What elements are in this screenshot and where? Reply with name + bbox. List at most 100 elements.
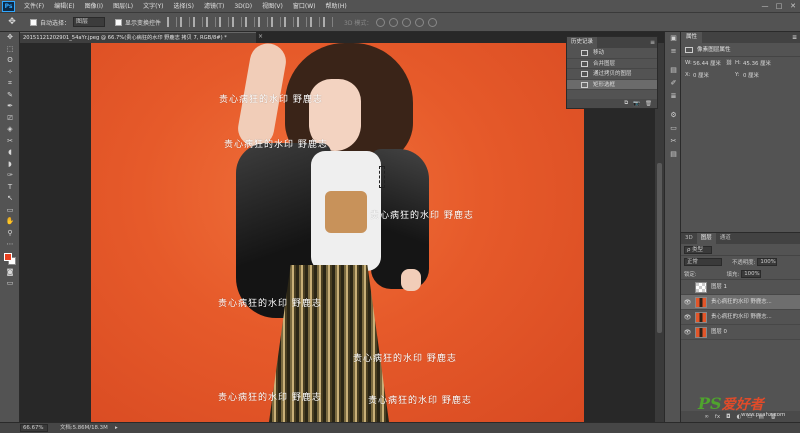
clone-source-icon[interactable]: ✂ bbox=[665, 135, 682, 148]
auto-align-icon[interactable] bbox=[323, 17, 334, 27]
3d-rotate-icon[interactable] bbox=[376, 17, 386, 27]
menu-file[interactable]: 文件(F) bbox=[19, 0, 49, 13]
hand-tool-icon[interactable]: ✋ bbox=[0, 216, 20, 228]
brush-panel-icon[interactable]: ✐ bbox=[665, 77, 682, 90]
canvas-image[interactable] bbox=[91, 43, 584, 422]
eraser-tool-icon[interactable]: ◖ bbox=[0, 147, 20, 159]
layer-row[interactable]: 图层 1 bbox=[681, 280, 800, 295]
actions-panel-icon[interactable]: ≡ bbox=[665, 45, 682, 58]
eye-icon[interactable]: 👁 bbox=[683, 310, 692, 325]
history-panel-icon[interactable]: ▣ bbox=[665, 32, 682, 45]
more-tools-icon[interactable]: ⋯ bbox=[0, 239, 20, 251]
distribute-left-icon[interactable] bbox=[284, 17, 295, 27]
fill-field[interactable]: 100% bbox=[741, 269, 762, 278]
snapshot-icon[interactable]: 📷 bbox=[633, 101, 640, 107]
brush-tool-icon[interactable]: ⎚ bbox=[0, 113, 20, 125]
align-vcenter-icon[interactable] bbox=[180, 17, 191, 27]
layer-row[interactable]: 👁 贵心病狂的水印 野鹿志... bbox=[681, 310, 800, 325]
x-field[interactable]: 0 厘米 bbox=[693, 71, 723, 79]
link-icon[interactable]: ⛓ bbox=[723, 60, 735, 66]
history-item[interactable]: 通过拷贝的图层 bbox=[567, 69, 657, 80]
menu-image[interactable]: 图像(I) bbox=[80, 0, 108, 13]
distribute-hcenter-icon[interactable] bbox=[297, 17, 308, 27]
auto-select-checkbox[interactable] bbox=[30, 18, 37, 26]
menu-edit[interactable]: 编辑(E) bbox=[49, 0, 79, 13]
align-right-icon[interactable] bbox=[232, 17, 243, 27]
height-field[interactable]: 45.36 厘米 bbox=[743, 59, 773, 67]
menu-help[interactable]: 帮助(H) bbox=[321, 0, 352, 13]
history-item[interactable]: 移动 bbox=[567, 48, 657, 59]
menu-filter[interactable]: 滤镜(T) bbox=[199, 0, 229, 13]
menu-layer[interactable]: 图层(L) bbox=[108, 0, 138, 13]
history-item[interactable]: 合并图层 bbox=[567, 59, 657, 69]
3d-drag-icon[interactable] bbox=[402, 17, 412, 27]
gradient-tool-icon[interactable]: ◗ bbox=[0, 159, 20, 171]
layer-filter-dropdown[interactable]: ρ 类型 bbox=[684, 245, 712, 254]
tool-presets-icon[interactable]: ⚙ bbox=[665, 109, 682, 122]
shape-tool-icon[interactable]: ▭ bbox=[0, 205, 20, 217]
tab-properties[interactable]: 属性 bbox=[681, 32, 703, 43]
minimize-button[interactable]: — bbox=[758, 0, 772, 13]
blend-mode-dropdown[interactable]: 正常 bbox=[684, 258, 722, 266]
history-menu-icon[interactable]: ≡ bbox=[650, 37, 655, 48]
foreground-color-swatch[interactable] bbox=[4, 252, 12, 261]
maximize-button[interactable]: □ bbox=[772, 0, 786, 13]
clone-stamp-tool-icon[interactable]: ◈ bbox=[0, 124, 20, 136]
close-button[interactable]: ✕ bbox=[786, 0, 800, 13]
type-tool-icon[interactable]: T bbox=[0, 182, 20, 194]
history-brush-tool-icon[interactable]: ✂ bbox=[0, 136, 20, 148]
3d-slide-icon[interactable] bbox=[415, 17, 425, 27]
marquee-selection[interactable] bbox=[379, 166, 385, 188]
paragraph-panel-icon[interactable]: ≣ bbox=[665, 90, 682, 103]
tab-channels[interactable]: 通道 bbox=[716, 233, 735, 244]
distribute-right-icon[interactable] bbox=[310, 17, 321, 27]
menu-type[interactable]: 文字(Y) bbox=[138, 0, 168, 13]
info-panel-icon[interactable]: ▭ bbox=[665, 122, 682, 135]
pen-tool-icon[interactable]: ✑ bbox=[0, 170, 20, 182]
menu-select[interactable]: 选择(S) bbox=[168, 0, 199, 13]
layer-row-selected[interactable]: 👁 贵心病狂的水印 野鹿志... bbox=[681, 295, 800, 310]
layer-mask-icon[interactable]: ◘ bbox=[726, 414, 730, 420]
layer-style-icon[interactable]: fx bbox=[715, 414, 720, 420]
opacity-field[interactable]: 100% bbox=[757, 258, 778, 266]
tab-3d[interactable]: 3D bbox=[681, 233, 697, 244]
marquee-tool-icon[interactable]: ⬚ bbox=[0, 44, 20, 56]
lasso-tool-icon[interactable]: ʘ bbox=[0, 55, 20, 67]
distribute-top-icon[interactable] bbox=[245, 17, 256, 27]
scrollbar-thumb[interactable] bbox=[657, 163, 662, 333]
move-tool-icon[interactable]: ✥ bbox=[0, 32, 20, 44]
styles-panel-icon[interactable]: ▤ bbox=[665, 148, 682, 161]
status-menu-icon[interactable]: ▸ bbox=[115, 423, 118, 433]
eyedropper-tool-icon[interactable]: ✎ bbox=[0, 90, 20, 102]
align-top-icon[interactable] bbox=[167, 17, 178, 27]
align-left-icon[interactable] bbox=[206, 17, 217, 27]
menu-view[interactable]: 视图(V) bbox=[257, 0, 288, 13]
auto-select-dropdown[interactable]: 图层 bbox=[73, 17, 106, 27]
distribute-vcenter-icon[interactable] bbox=[258, 17, 269, 27]
show-transform-checkbox[interactable] bbox=[115, 18, 123, 26]
document-tab[interactable]: 20151121202901_54aYr.jpeg @ 66.7%(贵心病狂的水… bbox=[20, 32, 256, 43]
trash-icon[interactable]: 🗑 bbox=[645, 101, 652, 107]
distribute-bottom-icon[interactable] bbox=[271, 17, 282, 27]
link-layers-icon[interactable]: ∞ bbox=[704, 414, 709, 420]
zoom-tool-icon[interactable]: ⚲ bbox=[0, 228, 20, 240]
3d-roll-icon[interactable] bbox=[389, 17, 399, 27]
properties-menu-icon[interactable]: ≡ bbox=[792, 32, 797, 43]
tab-layers[interactable]: 图层 bbox=[696, 233, 716, 244]
layer-row[interactable]: 👁 图层 0 bbox=[681, 325, 800, 340]
new-document-icon[interactable]: ⧉ bbox=[624, 100, 628, 107]
move-tool-icon[interactable]: ✥ bbox=[4, 16, 20, 29]
history-item-active[interactable]: 矩形选框 bbox=[567, 79, 657, 90]
menu-3d[interactable]: 3D(D) bbox=[229, 0, 257, 13]
quick-select-tool-icon[interactable]: ✧ bbox=[0, 67, 20, 79]
eye-icon[interactable]: 👁 bbox=[683, 295, 692, 310]
y-field[interactable]: 0 厘米 bbox=[743, 71, 773, 79]
width-field[interactable]: 56.44 厘米 bbox=[693, 59, 723, 67]
properties-panel-icon[interactable]: ▤ bbox=[665, 64, 682, 77]
document-close-icon[interactable]: × bbox=[258, 33, 263, 40]
align-bottom-icon[interactable] bbox=[193, 17, 204, 27]
tab-history[interactable]: 历史记录 bbox=[567, 37, 598, 48]
zoom-field[interactable]: 66.67% bbox=[20, 424, 48, 432]
screen-mode-icon[interactable]: ▭ bbox=[0, 278, 20, 290]
menu-window[interactable]: 窗口(W) bbox=[288, 0, 321, 13]
